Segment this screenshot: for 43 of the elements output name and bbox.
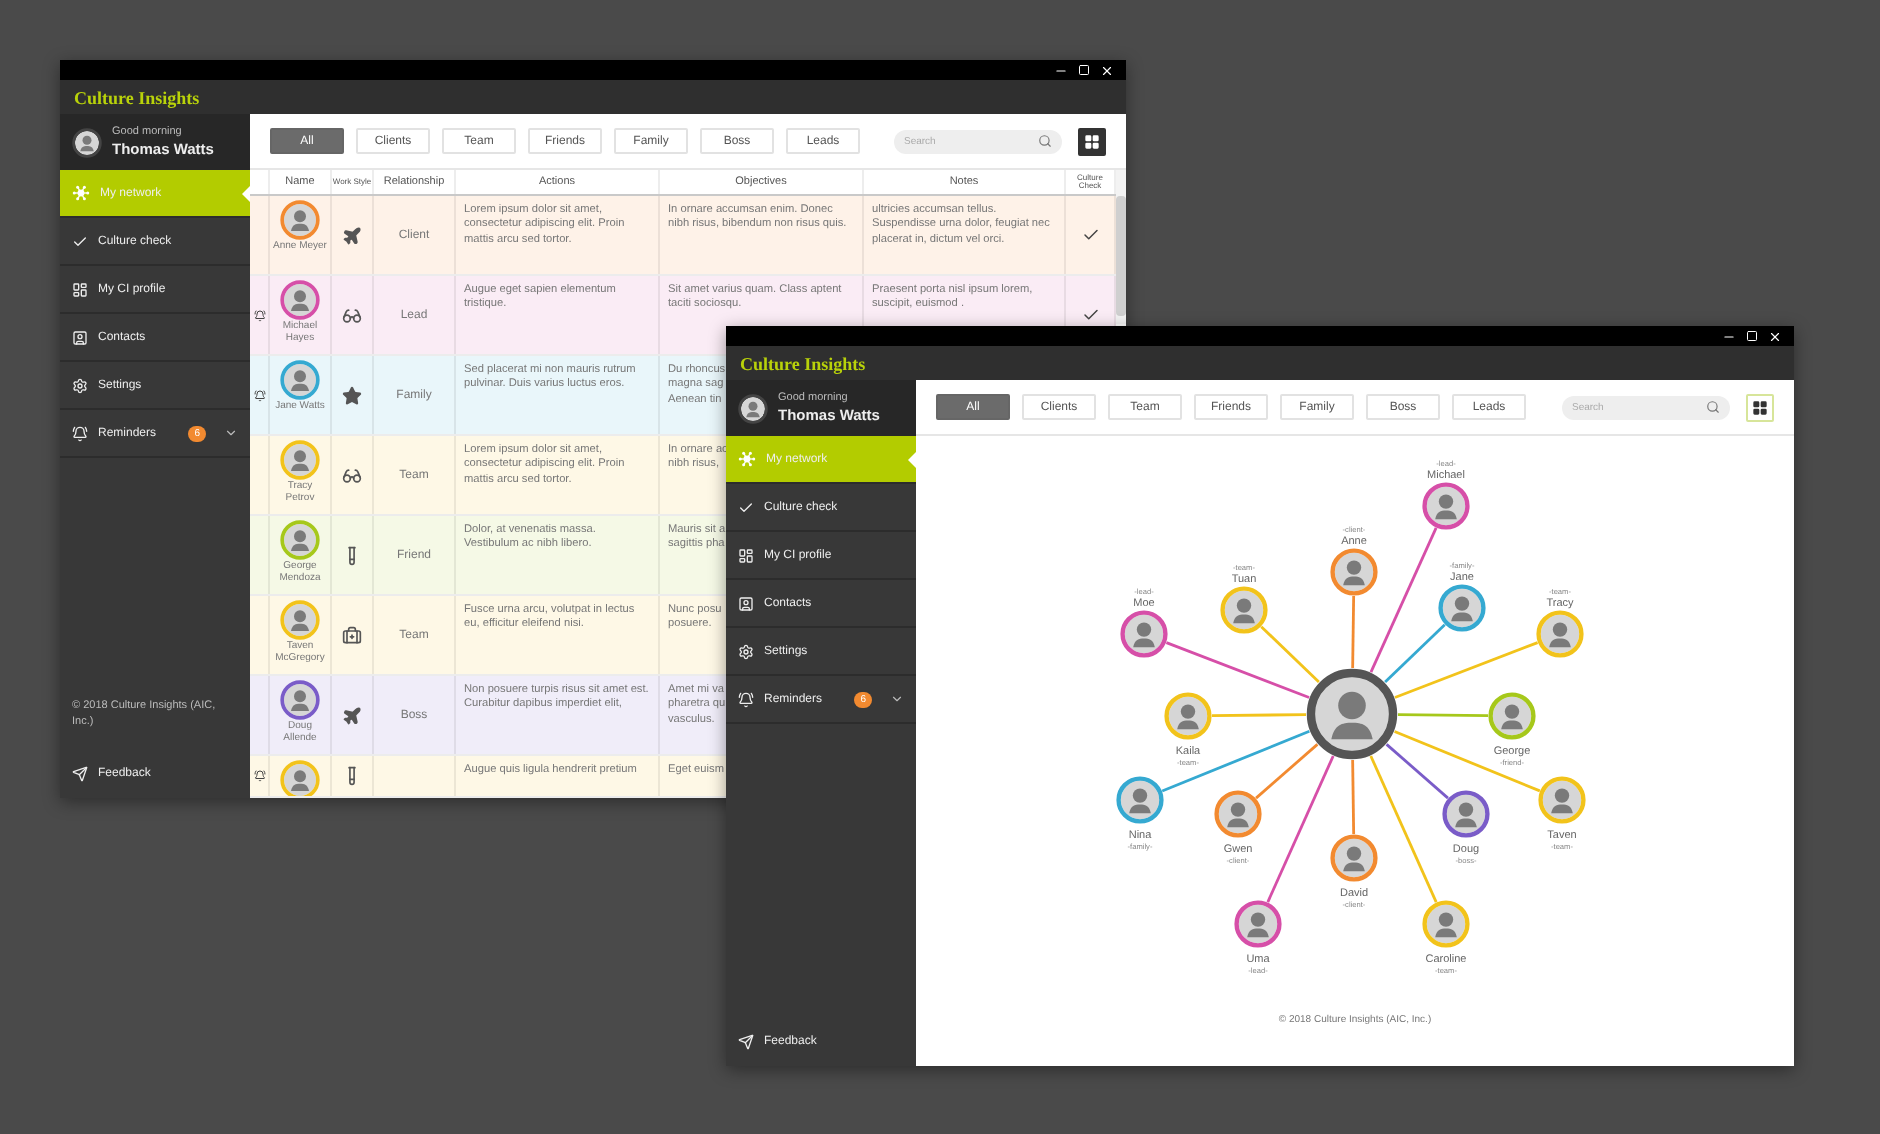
connector-line: [1351, 596, 1356, 668]
user-avatar: [738, 393, 768, 423]
test-tube-icon: [342, 545, 362, 565]
plane-icon: [342, 705, 362, 725]
bell-icon: [738, 691, 754, 707]
plane-icon: [342, 225, 362, 245]
glasses-icon: [342, 305, 362, 325]
glasses-icon: [342, 465, 362, 485]
view-toggle-button[interactable]: [1078, 127, 1106, 155]
contact-card-icon: [738, 595, 754, 611]
grid-icon: [1084, 133, 1100, 149]
connector-line: [1351, 760, 1356, 834]
user-avatar: [72, 127, 102, 157]
settings-icon: [72, 377, 88, 393]
app-title: Culture Insights: [74, 87, 200, 107]
maximize-icon[interactable]: [1078, 64, 1090, 76]
connector-line: [1398, 713, 1488, 718]
send-icon: [72, 766, 88, 782]
maximize-icon[interactable]: [1746, 330, 1758, 342]
close-icon[interactable]: [1100, 63, 1114, 77]
chevron-icon: [890, 692, 904, 706]
hub-icon: [738, 450, 756, 468]
dashboard-icon: [72, 281, 88, 297]
app-title: Culture Insights: [740, 353, 866, 373]
chevron-icon: [224, 426, 238, 440]
close-icon[interactable]: [1768, 329, 1782, 343]
test-tube-icon: [342, 766, 362, 786]
medical-kit-icon: [342, 625, 362, 645]
search-icon: [1706, 400, 1720, 414]
check-icon: [738, 499, 754, 515]
dashboard-icon: [738, 547, 754, 563]
contact-card-icon: [72, 329, 88, 345]
search-icon: [1038, 134, 1052, 148]
star-icon: [342, 385, 362, 405]
hub-icon: [72, 184, 90, 202]
person-avatar: [1311, 673, 1393, 755]
check-icon: [72, 233, 88, 249]
settings-icon: [738, 643, 754, 659]
connector-line: [1212, 713, 1306, 718]
grid-icon: [1752, 399, 1768, 415]
send-icon: [738, 1034, 754, 1050]
scrollbar[interactable]: [1116, 170, 1126, 324]
bell-icon: [72, 425, 88, 441]
